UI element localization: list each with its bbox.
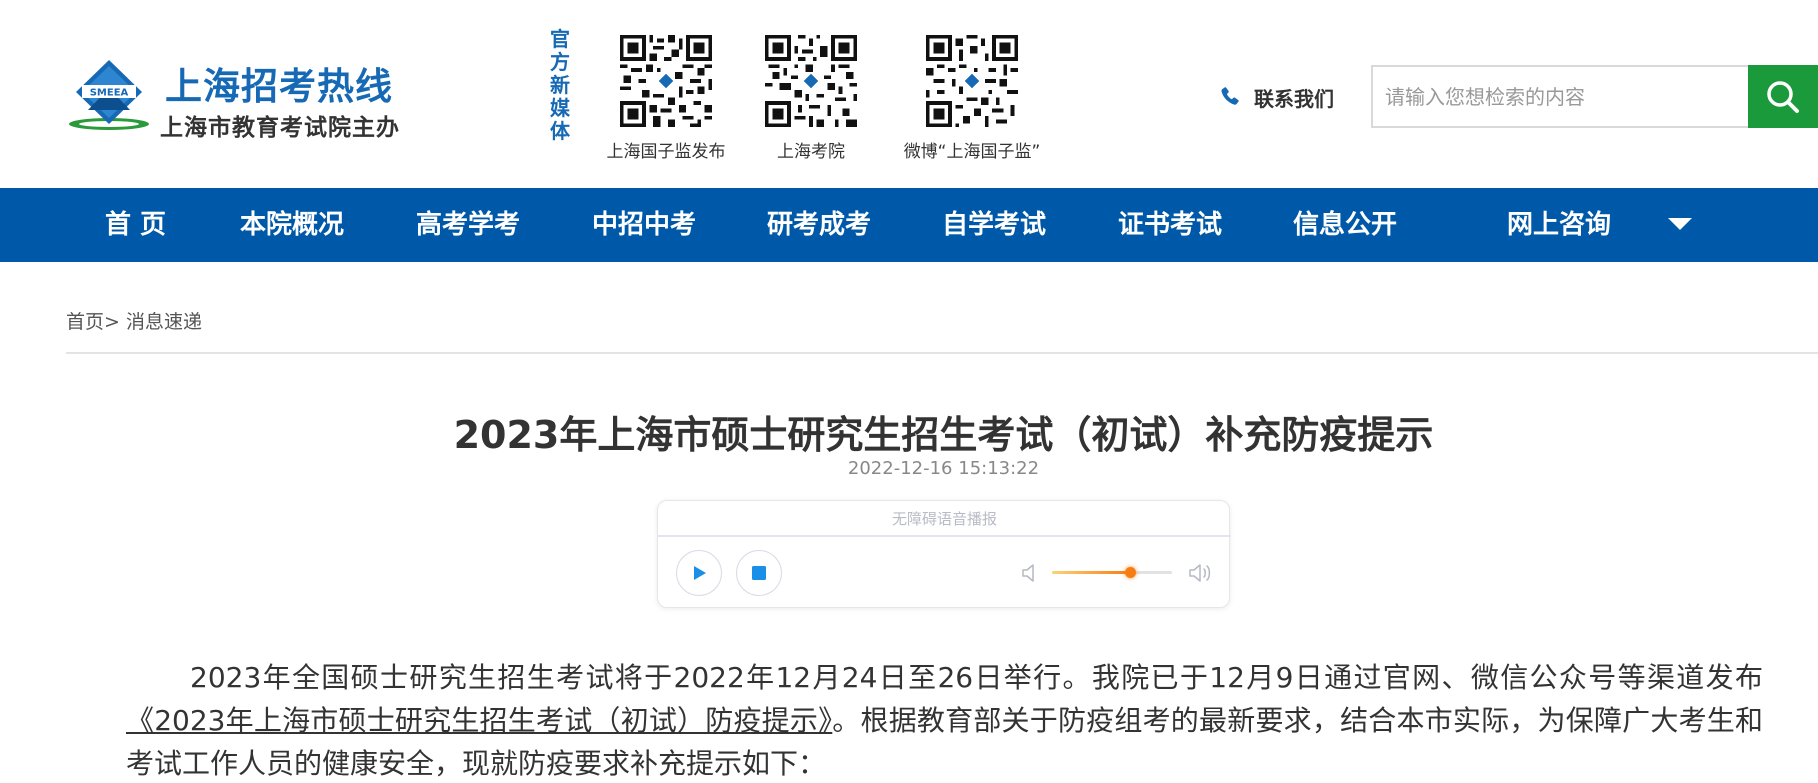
nav-item-zixue[interactable]: 自学考试 (942, 188, 1046, 262)
qr-label: 微博“上海国子监” (903, 142, 1041, 162)
site-logo[interactable]: SMEEA 上海招考热线 上海市教育考试院主办 (68, 50, 408, 141)
epidemic-notice-link[interactable]: 《2023年上海市硕士研究生招生考试（初试）防疫提示》 (126, 704, 832, 737)
qr-item-guozijian: 上海国子监发布 (598, 35, 734, 162)
volume-slider[interactable] (1052, 567, 1172, 578)
qr-item-kaoyuan: 上海考院 (750, 35, 872, 162)
logo-title: 上海招考热线 (165, 65, 393, 108)
article-body-text-1: 2023年全国硕士研究生招生考试将于2022年12月24日至26日举行。我院已于… (190, 661, 1763, 694)
main-nav: 首 页 本院概况 高考学考 中招中考 研考成考 自学考试 证书考试 信息公开 网… (0, 188, 1818, 262)
site-header: SMEEA 上海招考热线 上海市教育考试院主办 官方新媒体 上海国子监发布 上海… (0, 0, 1818, 188)
breadcrumb: 首页> 消息速递 (66, 307, 202, 334)
search-icon (1767, 80, 1799, 113)
logo-badge-text: SMEEA (90, 88, 129, 99)
nav-item-about[interactable]: 本院概况 (240, 188, 344, 262)
qr-label: 上海国子监发布 (606, 142, 726, 162)
article-title: 2023年上海市硕士研究生招生考试（初试）补充防疫提示 (453, 413, 1434, 457)
qr-code-icon (926, 35, 1018, 127)
nav-item-xinxi[interactable]: 信息公开 (1293, 188, 1397, 262)
search-button[interactable] (1748, 65, 1818, 128)
nav-item-gaokao[interactable]: 高考学考 (416, 188, 520, 262)
contact-us-label: 联系我们 (1254, 86, 1334, 111)
breadcrumb-separator: > (104, 311, 120, 333)
qr-code-icon (765, 35, 857, 127)
nav-item-yankao[interactable]: 研考成考 (767, 188, 871, 262)
volume-high-icon[interactable] (1188, 562, 1214, 584)
caret-down-icon[interactable] (1668, 218, 1692, 230)
qr-code-icon (620, 35, 712, 127)
nav-item-zhongkao[interactable]: 中招中考 (592, 188, 696, 262)
search-bar (1371, 65, 1818, 128)
qr-label: 上海考院 (777, 142, 845, 162)
play-icon (694, 566, 706, 580)
nav-item-zhengshu[interactable]: 证书考试 (1118, 188, 1222, 262)
divider (66, 352, 1818, 354)
audio-player-label: 无障碍语音播报 (658, 501, 1231, 537)
nav-item-consult[interactable]: 网上咨询 (1507, 188, 1611, 262)
smeea-logo-icon: SMEEA (69, 60, 149, 130)
volume-low-icon[interactable] (1020, 562, 1040, 584)
volume-slider-handle[interactable] (1124, 567, 1136, 578)
new-media-label: 官方新媒体 (550, 27, 570, 143)
play-button[interactable] (676, 550, 722, 596)
nav-item-home[interactable]: 首 页 (105, 188, 166, 262)
breadcrumb-home[interactable]: 首页 (66, 311, 104, 333)
article-date: 2022-12-16 15:13:22 (847, 458, 1040, 479)
audio-player: 无障碍语音播报 (657, 500, 1231, 608)
breadcrumb-current[interactable]: 消息速递 (126, 311, 202, 333)
article-body: 2023年全国硕士研究生招生考试将于2022年12月24日至26日举行。我院已于… (126, 656, 1763, 783)
volume-slider-fill (1052, 571, 1130, 574)
logo-subtitle: 上海市教育考试院主办 (160, 114, 400, 141)
search-input[interactable] (1371, 65, 1748, 128)
qr-item-weibo: 微博“上海国子监” (890, 35, 1054, 162)
stop-icon (752, 566, 766, 580)
contact-us-link[interactable]: 联系我们 (1218, 82, 1334, 112)
stop-button[interactable] (736, 550, 782, 596)
phone-icon (1221, 87, 1239, 105)
